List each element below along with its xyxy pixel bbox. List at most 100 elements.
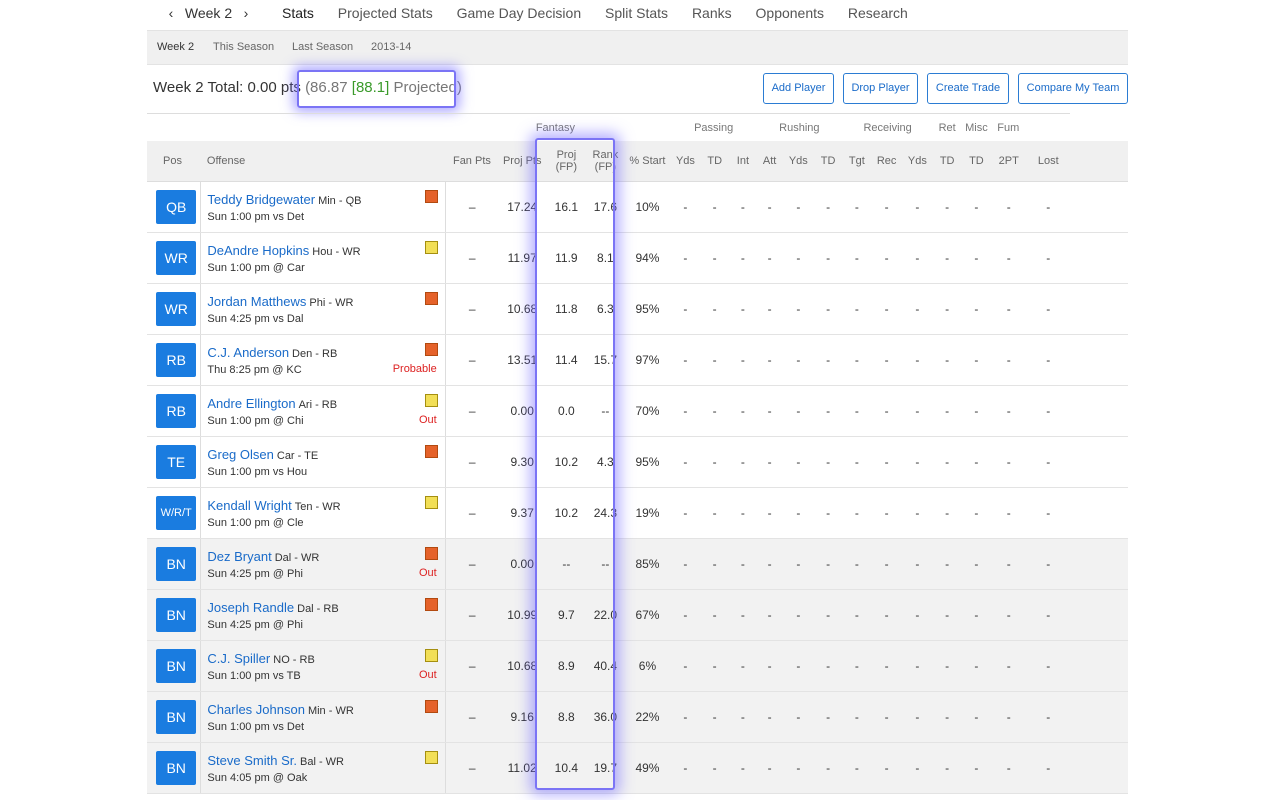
position-badge[interactable]: RB <box>156 343 197 377</box>
position-badge[interactable]: BN <box>156 700 197 734</box>
tab-game-day-decision[interactable]: Game Day Decision <box>457 5 582 21</box>
player-note-icon[interactable] <box>424 649 438 662</box>
proj-pts-cell: 11.97 <box>498 232 546 284</box>
pos-cell: WR <box>147 283 201 335</box>
week-total: Week 2 Total: 0.00 pts (86.87 [88.1] Pro… <box>153 79 462 96</box>
col-pass-int[interactable]: Int <box>729 141 757 182</box>
col-ret-td[interactable]: TD <box>961 141 992 182</box>
player-note-icon[interactable] <box>424 292 438 305</box>
player-name-link[interactable]: C.J. Anderson <box>207 345 289 360</box>
player-note-icon[interactable] <box>424 394 438 407</box>
col-rec-rec[interactable]: Rec <box>871 141 902 182</box>
col-rush-td[interactable]: TD <box>813 141 843 182</box>
player-name-link[interactable]: Kendall Wright <box>207 498 291 513</box>
tab-research[interactable]: Research <box>848 5 908 21</box>
add-player-button[interactable]: Add Player <box>763 73 834 104</box>
player-note-icon[interactable] <box>424 445 438 458</box>
rank-fp-cell: 17.6 <box>586 181 624 233</box>
col-fan-pts[interactable]: Fan Pts <box>445 141 499 182</box>
col-rank-fp[interactable]: Rank (FP) <box>586 141 624 182</box>
player-note-icon[interactable] <box>424 547 438 560</box>
player-cell: Kendall Wright Ten - WR Sun 1:00 pm @ Cle <box>200 487 446 539</box>
col-pos[interactable]: Pos <box>147 141 201 182</box>
compare-my-team-button[interactable]: Compare My Team <box>1018 73 1128 104</box>
stat-cell: - <box>961 181 992 233</box>
position-badge[interactable]: BN <box>156 649 197 683</box>
subtab-2013-14[interactable]: 2013-14 <box>371 41 411 53</box>
player-name-link[interactable]: Dez Bryant <box>207 549 271 564</box>
position-badge[interactable]: WR <box>156 292 197 326</box>
next-week-button[interactable]: › <box>240 5 252 21</box>
col-proj-pts[interactable]: Proj Pts <box>498 141 546 182</box>
subtab-last-season[interactable]: Last Season <box>292 41 353 53</box>
drop-player-button[interactable]: Drop Player <box>843 73 918 104</box>
col-offense[interactable]: Offense <box>200 141 446 182</box>
proj-fp-cell: 11.9 <box>545 232 587 284</box>
player-name-link[interactable]: DeAndre Hopkins <box>207 243 309 258</box>
stat-cell: - <box>699 436 730 488</box>
player-row: QB Teddy Bridgewater Min - QB Sun 1:00 pm v… <box>147 181 1128 233</box>
player-name-link[interactable]: Greg Olsen <box>207 447 273 462</box>
subtab-week-2[interactable]: Week 2 <box>157 41 194 53</box>
player-note-icon[interactable] <box>424 700 438 713</box>
stat-cell: - <box>1026 487 1071 539</box>
player-note-icon[interactable] <box>424 496 438 509</box>
col-proj-fp[interactable]: Proj (FP) <box>545 141 587 182</box>
stat-cell: - <box>782 385 814 437</box>
create-trade-button[interactable]: Create Trade <box>927 73 1009 104</box>
tab-opponents[interactable]: Opponents <box>756 5 825 21</box>
position-badge[interactable]: BN <box>156 598 197 632</box>
tab-projected-stats[interactable]: Projected Stats <box>338 5 433 21</box>
player-name-link[interactable]: Steve Smith Sr. <box>207 753 297 768</box>
col-pass-td[interactable]: TD <box>699 141 730 182</box>
col-rec-tgt[interactable]: Tgt <box>842 141 872 182</box>
stat-cell: - <box>932 538 962 590</box>
position-badge[interactable]: WR <box>156 241 197 275</box>
col-rush-yds[interactable]: Yds <box>782 141 814 182</box>
position-badge[interactable]: BN <box>156 547 197 581</box>
proj-fp-cell: 10.2 <box>545 436 587 488</box>
col-fum-lost[interactable]: Lost <box>1026 141 1071 182</box>
position-badge[interactable]: QB <box>156 190 197 224</box>
player-name-link[interactable]: Charles Johnson <box>207 702 305 717</box>
subtab-this-season[interactable]: This Season <box>213 41 274 53</box>
stat-cell: - <box>871 181 902 233</box>
player-note-icon[interactable] <box>424 190 438 203</box>
col-pass-yds[interactable]: Yds <box>671 141 700 182</box>
position-badge[interactable]: RB <box>156 394 197 428</box>
stat-cell: - <box>871 538 902 590</box>
player-name-link[interactable]: Jordan Matthews <box>207 294 306 309</box>
position-badge[interactable]: BN <box>156 751 197 785</box>
week-label[interactable]: Week 2 <box>185 5 232 21</box>
player-note-icon[interactable] <box>424 241 438 254</box>
pct-start-cell: 95% <box>623 436 672 488</box>
player-name-link[interactable]: Andre Ellington <box>207 396 295 411</box>
player-note-icon[interactable] <box>424 598 438 611</box>
player-cell: Joseph Randle Dal - RB Sun 4:25 pm @ Phi <box>200 589 446 641</box>
prev-week-button[interactable]: ‹ <box>165 5 177 21</box>
tab-ranks[interactable]: Ranks <box>692 5 732 21</box>
group-fum: Fum <box>991 113 1027 141</box>
col-rec-yds[interactable]: Yds <box>902 141 933 182</box>
col-misc-2pt[interactable]: 2PT <box>991 141 1027 182</box>
player-name-link[interactable]: C.J. Spiller <box>207 651 270 666</box>
player-note-icon[interactable] <box>424 343 438 356</box>
player-note-icon[interactable] <box>424 751 438 764</box>
col-rec-td[interactable]: TD <box>932 141 962 182</box>
stat-cell: - <box>991 691 1027 743</box>
stat-cell: - <box>1026 742 1071 794</box>
pct-start-cell: 6% <box>623 640 672 692</box>
fan-pts-cell: – <box>445 385 499 437</box>
position-badge[interactable]: TE <box>156 445 197 479</box>
stat-cell: - <box>1026 283 1071 335</box>
tab-split-stats[interactable]: Split Stats <box>605 5 668 21</box>
col-proj-fp-line2: (FP) <box>555 161 578 173</box>
tab-stats[interactable]: Stats <box>282 5 314 21</box>
col-rush-att[interactable]: Att <box>756 141 783 182</box>
col-pct-start[interactable]: % Start <box>623 141 672 182</box>
stat-cell: - <box>756 640 783 692</box>
player-name-link[interactable]: Teddy Bridgewater <box>207 192 315 207</box>
player-name-link[interactable]: Joseph Randle <box>207 600 294 615</box>
player-cell: Steve Smith Sr. Bal - WR Sun 4:05 pm @ Oak <box>200 742 446 794</box>
position-badge[interactable]: W/R/T <box>156 496 197 530</box>
